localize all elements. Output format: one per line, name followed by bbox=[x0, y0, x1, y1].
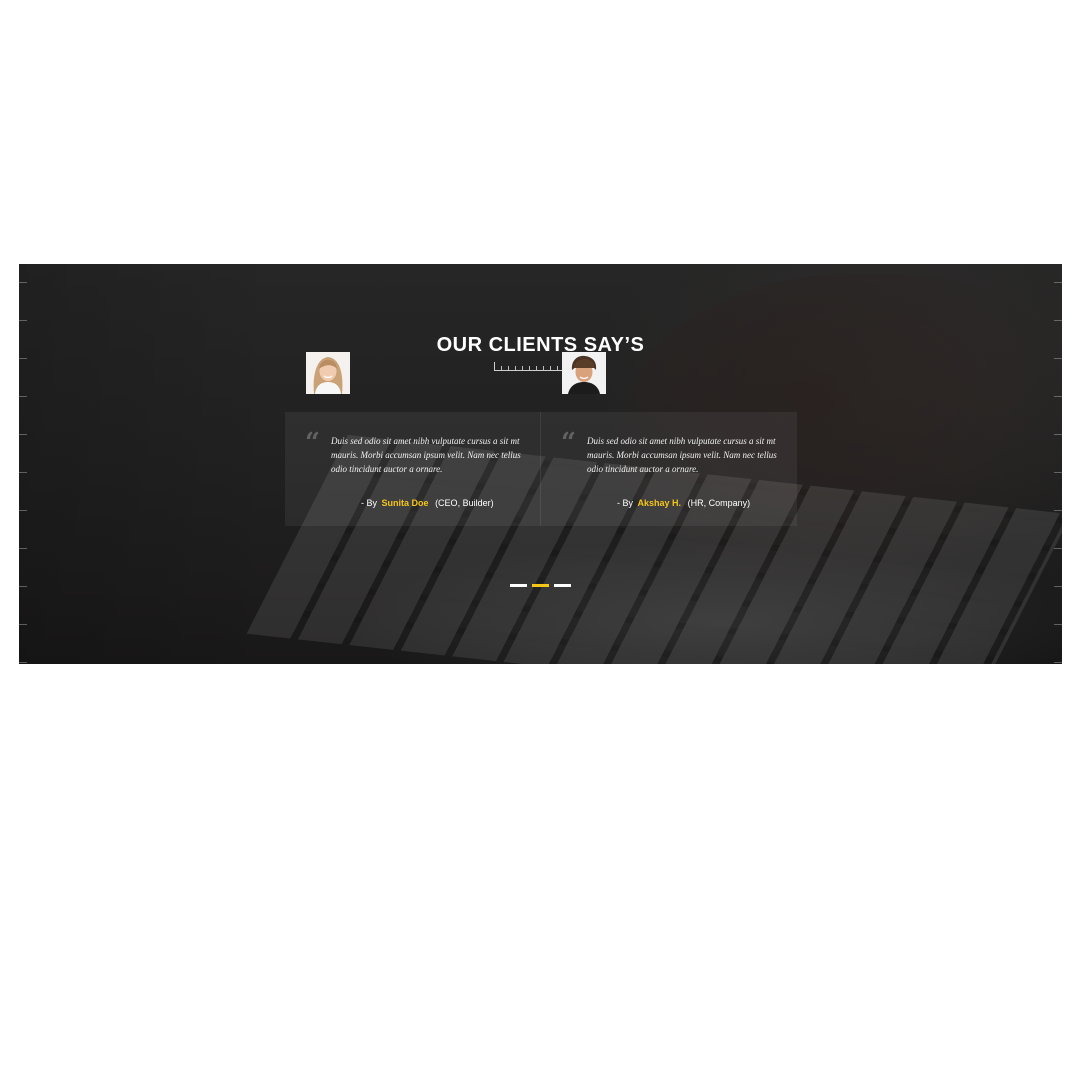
by-prefix: - By bbox=[361, 498, 378, 508]
quote-icon: “ bbox=[561, 428, 576, 458]
avatar bbox=[562, 352, 606, 394]
testimonial-quote: Duis sed odio sit amet nibh vulputate cu… bbox=[331, 436, 521, 474]
client-role: (CEO, Builder) bbox=[435, 498, 494, 508]
avatar bbox=[306, 352, 350, 394]
carousel-dot-3[interactable] bbox=[554, 584, 571, 587]
testimonial-quote: Duis sed odio sit amet nibh vulputate cu… bbox=[587, 436, 777, 474]
carousel-dot-1[interactable] bbox=[510, 584, 527, 587]
testimonial-card: “ Duis sed odio sit amet nibh vulputate … bbox=[285, 412, 540, 526]
testimonial-carousel: “ Duis sed odio sit amet nibh vulputate … bbox=[285, 412, 797, 526]
testimonial-byline: - By Sunita Doe (CEO, Builder) bbox=[361, 498, 494, 508]
by-prefix: - By bbox=[617, 498, 634, 508]
man-portrait-icon bbox=[562, 352, 606, 394]
carousel-pagination bbox=[510, 584, 571, 588]
client-role: (HR, Company) bbox=[687, 498, 751, 508]
testimonial-card: “ Duis sed odio sit amet nibh vulputate … bbox=[541, 412, 796, 526]
section-title: OUR CLIENTS SAY’S bbox=[436, 334, 645, 356]
testimonials-section: OUR CLIENTS SAY’S “ Duis sed odio sit am… bbox=[19, 264, 1062, 664]
quote-icon: “ bbox=[305, 428, 320, 458]
background-shade bbox=[19, 264, 279, 664]
carousel-dot-2[interactable] bbox=[532, 584, 549, 587]
right-edge-decoration bbox=[1054, 264, 1062, 664]
client-name: Akshay H. bbox=[637, 498, 682, 508]
woman-portrait-icon bbox=[306, 352, 350, 394]
testimonial-byline: - By Akshay H. (HR, Company) bbox=[617, 498, 750, 508]
left-edge-decoration bbox=[19, 264, 27, 664]
client-name: Sunita Doe bbox=[381, 498, 429, 508]
